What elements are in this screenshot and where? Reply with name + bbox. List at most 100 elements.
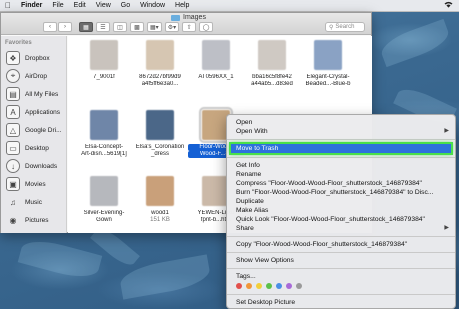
file-item[interactable]: 7_9001f (76, 40, 132, 81)
sidebar-item-google-drive[interactable]: △ Google Dri... (1, 121, 66, 139)
music-icon: ♫ (10, 197, 16, 207)
tag-yellow-dot[interactable] (256, 283, 262, 289)
search-placeholder: Search (335, 24, 355, 30)
menu-separator (227, 294, 455, 295)
menu-item-rename[interactable]: Rename (227, 170, 455, 179)
menu-item-label: Quick Look "Floor-Wood-Wood-Floor_shutte… (236, 216, 425, 223)
menu-view[interactable]: View (91, 2, 116, 9)
back-button[interactable]: ‹ (43, 22, 57, 32)
menu-item-get-info[interactable]: Get Info (227, 161, 455, 170)
forward-button[interactable]: › (58, 22, 72, 32)
gallery-view-button[interactable]: ▩ (130, 22, 144, 32)
sidebar-item-label: Desktop (25, 144, 49, 152)
all-files-icon: ▤ (6, 87, 20, 101)
icon-view-button[interactable]: ▦ (79, 22, 93, 32)
movies-icon: ▣ (6, 177, 20, 191)
file-item[interactable]: 8672d27bf99d9 a4f5ff6e3a0... (132, 40, 188, 88)
menu-item-label: Copy "Floor-Wood-Wood-Floor_shutterstock… (236, 241, 408, 248)
nav-buttons: ‹ › (43, 22, 72, 32)
sidebar-item-dropbox[interactable]: ❖ Dropbox (1, 49, 66, 67)
sidebar-item-label: All My Files (25, 90, 59, 98)
downloads-icon: ↓ (6, 159, 20, 173)
tag-blue-dot[interactable] (276, 283, 282, 289)
menu-item-label: Make Alias (236, 207, 269, 214)
submenu-arrow-icon: ▶ (444, 225, 449, 231)
menu-item-label: Rename (236, 171, 262, 178)
window-titlebar[interactable]: Images ‹ › ▦ ☰ ◫ ▩ ▦▾ ⚙▾ ⇧ ◯ ⚲ Search (1, 13, 371, 35)
tag-purple-dot[interactable] (286, 283, 292, 289)
file-name-line2: Gown (96, 217, 112, 223)
search-icon: ⚲ (329, 24, 334, 31)
search-input[interactable]: ⚲ Search (325, 22, 365, 32)
menu-item-show-view-options[interactable]: Show View Options (227, 256, 455, 265)
desktop-icon: ▭ (6, 141, 20, 155)
file-name: 7_9001f (93, 74, 115, 80)
tags-button[interactable]: ◯ (199, 22, 214, 32)
share-button[interactable]: ⇧ (182, 22, 197, 32)
arrange-button[interactable]: ▦▾ (147, 22, 162, 32)
file-item[interactable]: Elsa's_Coronation _dress (132, 110, 188, 158)
view-buttons: ▦ ☰ ◫ ▩ ▦▾ ⚙▾ ⇧ ◯ (79, 22, 214, 32)
sidebar-item-pictures[interactable]: ◉ Pictures (1, 211, 66, 229)
file-name: Elsa's_Coronation (135, 144, 185, 150)
menu-item-burn[interactable]: Burn "Floor-Wood-Wood-Floor_shutterstock… (227, 188, 455, 197)
file-thumbnail (202, 40, 230, 70)
menu-finder[interactable]: Finder (16, 2, 47, 9)
file-item[interactable]: Silver-Evening- Gown (76, 176, 132, 224)
menu-item-set-desktop-picture[interactable]: Set Desktop Picture (227, 298, 455, 307)
sidebar-item-applications[interactable]: A Applications (1, 103, 66, 121)
tag-gray-dot[interactable] (296, 283, 302, 289)
menu-separator (227, 157, 455, 158)
tag-green-dot[interactable] (266, 283, 272, 289)
applications-icon: A (6, 105, 20, 119)
apple-menu-icon[interactable]:  (0, 1, 16, 10)
menu-item-label: Duplicate (236, 198, 264, 205)
wifi-icon[interactable] (444, 1, 453, 10)
file-thumbnail (258, 40, 286, 70)
menu-item-tags[interactable]: Tags... (227, 272, 455, 281)
menu-item-compress[interactable]: Compress "Floor-Wood-Wood-Floor_shutters… (227, 179, 455, 188)
sidebar-item-movies[interactable]: ▣ Movies (1, 175, 66, 193)
sidebar-item-all-my-files[interactable]: ▤ All My Files (1, 85, 66, 103)
sidebar-item-airdrop[interactable]: ⌖ AirDrop (1, 67, 66, 85)
tag-orange-dot[interactable] (246, 283, 252, 289)
menu-item-move-to-trash[interactable]: Move to Trash (229, 142, 453, 155)
menu-go[interactable]: Go (116, 2, 135, 9)
menu-item-open[interactable]: Open (227, 118, 455, 127)
file-thumbnail (146, 40, 174, 70)
tag-color-row (227, 281, 455, 291)
menu-window[interactable]: Window (135, 2, 170, 9)
file-name-line2: _dress (150, 151, 169, 157)
menu-item-copy[interactable]: Copy "Floor-Wood-Wood-Floor_shutterstock… (227, 240, 455, 249)
menu-item-label: Move to Trash (236, 145, 279, 152)
file-item[interactable]: Elsa-Concept- Art-disn...5619[1] (76, 110, 132, 158)
tag-red-dot[interactable] (236, 283, 242, 289)
sidebar-item-desktop[interactable]: ▭ Desktop (1, 139, 66, 157)
file-name: Silver-Evening- (83, 210, 125, 216)
menu-item-make-alias[interactable]: Make Alias (227, 206, 455, 215)
menu-item-quick-look[interactable]: Quick Look "Floor-Wood-Wood-Floor_shutte… (227, 215, 455, 224)
list-view-button[interactable]: ☰ (96, 22, 110, 32)
action-gear-button[interactable]: ⚙▾ (164, 22, 180, 32)
menu-help[interactable]: Help (170, 2, 194, 9)
menu-item-duplicate[interactable]: Duplicate (227, 197, 455, 206)
sidebar-section-favorites: Favorites (5, 40, 32, 46)
file-item[interactable]: bba16c5f8fe42 a44ab5...d83ed (244, 40, 300, 88)
file-name: bba16c5f8fe42 (252, 74, 292, 80)
menu-separator (227, 252, 455, 253)
sidebar-item-music[interactable]: ♫ Music (1, 193, 66, 211)
menu-item-open-with[interactable]: Open With ▶ (227, 127, 455, 136)
file-item[interactable]: Elegant-Crystal- Beaded...-Blue-b (300, 40, 356, 88)
menu-edit[interactable]: Edit (69, 2, 91, 9)
menu-file[interactable]: File (47, 2, 68, 9)
column-view-button[interactable]: ◫ (113, 22, 127, 32)
menu-item-label: Open With (236, 128, 268, 135)
menu-separator (227, 236, 455, 237)
dropbox-icon: ❖ (6, 51, 20, 65)
file-item[interactable]: AT0596XX_1 (188, 40, 244, 81)
file-thumbnail (146, 176, 174, 206)
menu-item-share[interactable]: Share ▶ (227, 224, 455, 233)
sidebar-item-label: Music (25, 198, 42, 206)
file-item[interactable]: wood1 151 KB (132, 176, 188, 224)
sidebar-item-downloads[interactable]: ↓ Downloads (1, 157, 66, 175)
